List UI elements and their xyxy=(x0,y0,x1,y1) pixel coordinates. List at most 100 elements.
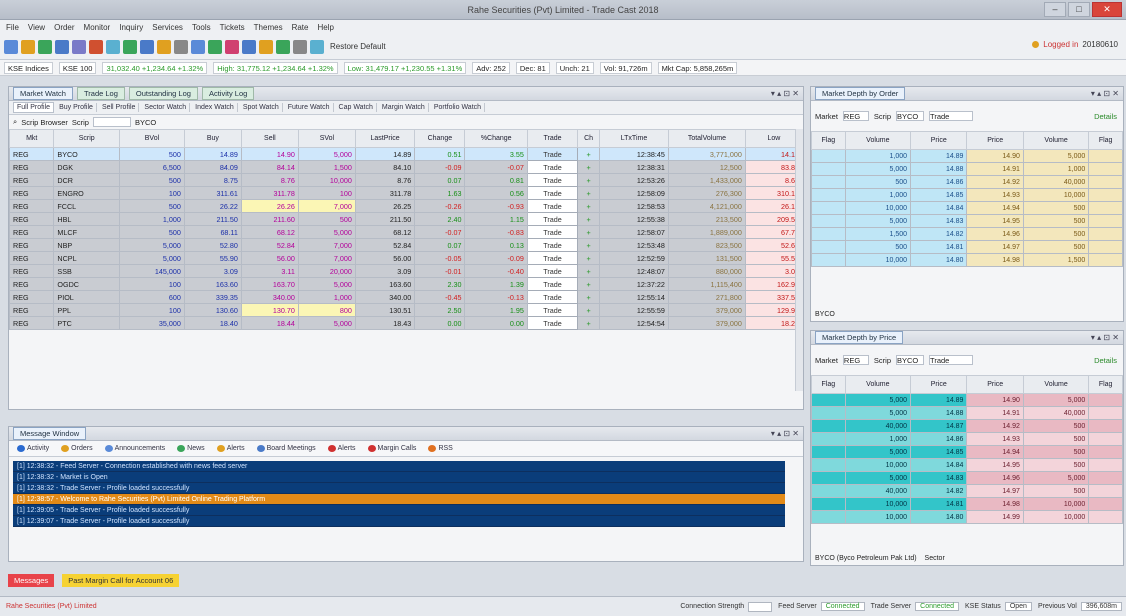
tab-announcements[interactable]: Announcements xyxy=(101,445,170,452)
column-header[interactable]: Sell xyxy=(240,129,299,148)
menu-item-order[interactable]: Order xyxy=(54,23,74,32)
panel-controls[interactable]: ▾ ▴ ⊡ ✕ xyxy=(1091,89,1119,98)
table-row[interactable]: REG NCPL 5,000 55.90 56.00 7,000 56.00 -0.05 -0.… xyxy=(9,251,803,265)
subtab-sector-watch[interactable]: Sector Watch xyxy=(141,103,191,112)
scrip-select[interactable]: BYCO xyxy=(896,111,925,121)
chart-icon[interactable] xyxy=(38,39,52,54)
table-row[interactable]: REG OGDC 100 163.60 163.70 5,000 163.60 2.30 1.3… xyxy=(9,277,803,291)
minimize-button[interactable]: – xyxy=(1044,2,1066,17)
subtab-index-watch[interactable]: Index Watch xyxy=(192,103,238,112)
table-row[interactable]: REG FCCL 500 26.22 26.26 7,000 26.25 -0.26 -0.93… xyxy=(9,199,803,213)
tab-orders[interactable]: Orders xyxy=(57,445,96,452)
close-button[interactable]: ✕ xyxy=(1092,2,1122,17)
subtab-sell-profile[interactable]: Sell Profile xyxy=(99,103,140,112)
portfolio-icon[interactable] xyxy=(157,39,171,54)
menu-item-help[interactable]: Help xyxy=(317,23,333,32)
trade-button[interactable]: Trade xyxy=(526,238,579,252)
table-row[interactable]: REG DCR 500 8.75 8.76 10,000 8.76 0.07 0.81 Trade… xyxy=(9,173,803,187)
column-header[interactable]: %Change xyxy=(464,129,528,148)
tab-market-watch[interactable]: Market Watch xyxy=(13,87,73,100)
table-row[interactable]: REG PTC 35,000 18.40 18.44 5,000 18.43 0.00 0.00… xyxy=(9,316,803,330)
menu-item-file[interactable]: File xyxy=(6,23,19,32)
print-icon[interactable] xyxy=(293,39,307,54)
trade-button[interactable]: Trade xyxy=(526,264,579,278)
table-row[interactable]: REG PPL 100 130.60 130.70 800 130.51 2.50 1.95 Tr… xyxy=(9,303,803,317)
grid-icon[interactable] xyxy=(55,39,69,54)
table-row[interactable]: REG SSB 145,000 3.09 3.11 20,000 3.09 -0.01 -0.4… xyxy=(9,264,803,278)
trade-button[interactable]: Trade xyxy=(526,147,579,161)
mode-select[interactable]: Trade xyxy=(929,111,974,121)
trade-button[interactable]: Trade xyxy=(526,316,579,330)
panel-controls[interactable]: ▾ ▴ ⊡ ✕ xyxy=(1091,333,1119,342)
market-select[interactable]: REG xyxy=(842,355,869,365)
tab-margin-calls[interactable]: Margin Calls xyxy=(364,445,421,452)
market-select[interactable]: REG xyxy=(842,111,869,121)
help-icon[interactable] xyxy=(310,39,324,54)
tab-news[interactable]: News xyxy=(173,445,209,452)
restore-default-button[interactable]: Restore Default xyxy=(327,42,389,51)
details-button[interactable]: Details xyxy=(1094,356,1117,365)
trade-button[interactable]: Trade xyxy=(526,225,579,239)
column-header[interactable]: BVol xyxy=(119,129,185,148)
trade-button[interactable]: Trade xyxy=(526,290,579,304)
trade-button[interactable]: Trade xyxy=(526,303,579,317)
tab-alerts[interactable]: Alerts xyxy=(324,445,360,452)
table-row[interactable]: REG BYCO 500 14.89 14.90 5,000 14.89 0.51 3.55 Tr… xyxy=(9,147,803,161)
subtab-cap-watch[interactable]: Cap Watch xyxy=(336,103,377,112)
table-row[interactable]: REG MLCF 500 68.11 68.12 5,000 68.12 -0.07 -0.83… xyxy=(9,225,803,239)
menu-item-rate[interactable]: Rate xyxy=(292,23,309,32)
table-row[interactable]: REG DGK 6,500 84.09 84.14 1,500 84.10 -0.09 -0.0… xyxy=(9,160,803,174)
panel-controls[interactable]: ▾ ▴ ⊡ ✕ xyxy=(771,429,799,438)
chart2-icon[interactable] xyxy=(276,39,290,54)
column-header[interactable]: Scrip xyxy=(53,129,121,148)
subtab-spot-watch[interactable]: Spot Watch xyxy=(240,103,283,112)
menu-item-monitor[interactable]: Monitor xyxy=(84,23,111,32)
tab-activity-log[interactable]: Activity Log xyxy=(201,87,255,100)
watch-icon[interactable] xyxy=(72,39,86,54)
tab-outstanding-log[interactable]: Outstanding Log xyxy=(128,87,198,100)
tab-alerts[interactable]: Alerts xyxy=(213,445,249,452)
menu-item-inquiry[interactable]: Inquiry xyxy=(119,23,143,32)
trade-button[interactable]: Trade xyxy=(526,212,579,226)
margin-call-badge[interactable]: Past Margin Call for Account 06 xyxy=(62,574,180,587)
subtab-full-profile[interactable]: Full Profile xyxy=(13,102,55,113)
table-row[interactable]: REG ENGRO 100 311.61 311.78 100 311.78 1.63 0.56… xyxy=(9,186,803,200)
ranking-icon[interactable] xyxy=(225,39,239,54)
table-row[interactable]: REG PIOL 600 339.35 340.00 1,000 340.00 -0.45 -0… xyxy=(9,290,803,304)
column-header[interactable]: LTxTime xyxy=(599,129,669,148)
details-button[interactable]: Details xyxy=(1094,112,1117,121)
trade-button[interactable]: Trade xyxy=(526,277,579,291)
open-icon[interactable] xyxy=(21,39,35,54)
scrip-select[interactable]: BYCO xyxy=(896,355,925,365)
column-header[interactable]: LastPrice xyxy=(354,129,416,148)
scroll-icon[interactable] xyxy=(106,39,120,54)
tab-trade-log[interactable]: Trade Log xyxy=(76,87,125,100)
scrip-input[interactable] xyxy=(92,117,131,127)
panel-controls[interactable]: ▾ ▴ ⊡ ✕ xyxy=(771,89,799,98)
column-header[interactable]: TotalVolume xyxy=(667,129,746,148)
column-header[interactable]: Change xyxy=(414,129,466,148)
menu-item-tickets[interactable]: Tickets xyxy=(220,23,245,32)
vertical-scrollbar[interactable] xyxy=(795,129,803,391)
mode-select[interactable]: Trade xyxy=(929,355,974,365)
trade-button[interactable]: Trade xyxy=(526,160,579,174)
table-row[interactable]: REG NBP 5,000 52.80 52.84 7,000 52.84 0.07 0.13 T… xyxy=(9,238,803,252)
menu-item-view[interactable]: View xyxy=(28,23,45,32)
maximize-button[interactable]: □ xyxy=(1068,2,1090,17)
column-header[interactable]: SVol xyxy=(297,129,356,148)
tab-board-meetings[interactable]: Board Meetings xyxy=(253,445,320,452)
tab-rss[interactable]: RSS xyxy=(424,445,456,452)
trade-button[interactable]: Trade xyxy=(526,199,579,213)
menu-item-tools[interactable]: Tools xyxy=(192,23,211,32)
column-header[interactable]: Ch xyxy=(577,129,601,148)
menu-item-themes[interactable]: Themes xyxy=(254,23,283,32)
trade-button[interactable]: Trade xyxy=(526,186,579,200)
column-header[interactable]: Mkt xyxy=(9,129,55,148)
column-header[interactable]: Trade xyxy=(526,129,579,148)
news-icon[interactable] xyxy=(242,39,256,54)
column-header[interactable]: Buy xyxy=(183,129,242,148)
subtab-future-watch[interactable]: Future Watch xyxy=(285,103,334,112)
balance-icon[interactable] xyxy=(123,39,137,54)
subtab-buy-profile[interactable]: Buy Profile xyxy=(56,103,97,112)
trade-button[interactable]: Trade xyxy=(526,173,579,187)
